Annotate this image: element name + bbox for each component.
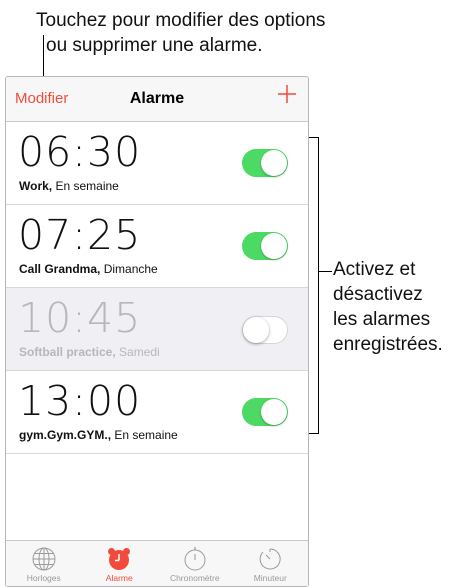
alarm-name: gym.Gym.GYM., (19, 428, 112, 442)
alarm-repeat: En semaine (52, 179, 119, 193)
timer-icon (259, 548, 281, 570)
toggle-bracket-top (309, 137, 319, 138)
toggle-bracket (318, 137, 319, 433)
alarm-toggle[interactable] (242, 398, 288, 426)
alarm-label: gym.Gym.GYM., En semaine (19, 428, 178, 442)
tab-label: Alarme (105, 573, 133, 583)
alarm-name: Work, (19, 179, 53, 193)
alarm-list: 06:30 Work, En semaine 07:25 Call Grandm… (6, 122, 308, 454)
tab-bar: Horloges Alarme Chronomètre Minuteur (6, 540, 308, 586)
tab-horloges[interactable]: Horloges (6, 541, 82, 586)
tab-label: Horloges (26, 573, 61, 583)
alarm-toggle[interactable] (242, 149, 288, 177)
phone-screen: Modifier Alarme 06:30 Work, En semaine 0… (5, 76, 309, 587)
stopwatch-icon (184, 547, 206, 571)
alarm-time: 13:00 (18, 377, 142, 425)
alarm-name: Softball practice, (19, 345, 116, 359)
callout-toggle-line1: Activez et (333, 259, 416, 280)
alarm-time: 06:30 (18, 128, 142, 176)
toggle-knob (261, 233, 287, 259)
toggle-knob (243, 317, 269, 343)
alarm-toggle[interactable] (242, 232, 288, 260)
alarm-time: 07:25 (18, 211, 142, 259)
alarm-row[interactable]: 13:00 gym.Gym.GYM., En semaine (6, 371, 308, 454)
alarm-row[interactable]: 06:30 Work, En semaine (6, 122, 308, 205)
alarm-repeat: En semaine (111, 428, 178, 442)
toggle-bracket-leader (318, 271, 332, 272)
alarm-repeat: Dimanche (100, 262, 158, 276)
callout-toggle-line4: enregistrées. (333, 334, 443, 355)
alarm-name: Call Grandma, (19, 262, 101, 276)
callout-edit-line1: Touchez pour modifier des options (36, 10, 326, 31)
toggle-knob (261, 399, 287, 425)
page-title: Alarme (129, 90, 185, 107)
navigation-bar: Modifier Alarme (6, 77, 308, 122)
alarm-toggle[interactable] (242, 316, 288, 344)
callout-toggle-line3: les alarmes (333, 309, 431, 330)
tab-alarme[interactable]: Alarme (82, 541, 158, 586)
tab-label: Chronomètre (169, 573, 220, 583)
callout-edit-hint: Touchez pour modifier des options ou sup… (36, 8, 416, 58)
tab-label: Minuteur (253, 573, 287, 583)
tab-minuteur[interactable]: Minuteur (233, 541, 309, 586)
alarm-repeat: Samedi (115, 345, 160, 359)
toggle-knob (261, 150, 287, 176)
tab-chronometre[interactable]: Chronomètre (157, 541, 233, 586)
callout-toggle-line2: désactivez (333, 284, 423, 305)
plus-icon (278, 85, 296, 103)
alarm-row[interactable]: 07:25 Call Grandma, Dimanche (6, 205, 308, 288)
globe-icon (32, 547, 56, 571)
alarm-time: 10:45 (18, 294, 142, 342)
callout-edit-line2: ou supprimer une alarme. (46, 35, 263, 56)
callout-toggle-hint: Activez et désactivez les alarmes enregi… (333, 257, 453, 357)
add-alarm-button[interactable] (276, 83, 298, 105)
toggle-bracket-bottom (309, 433, 319, 434)
alarm-clock-icon (108, 548, 131, 570)
alarm-label: Work, En semaine (19, 179, 119, 193)
alarm-label: Softball practice, Samedi (19, 345, 160, 359)
alarm-row[interactable]: 10:45 Softball practice, Samedi (6, 288, 308, 371)
alarm-label: Call Grandma, Dimanche (19, 262, 158, 276)
